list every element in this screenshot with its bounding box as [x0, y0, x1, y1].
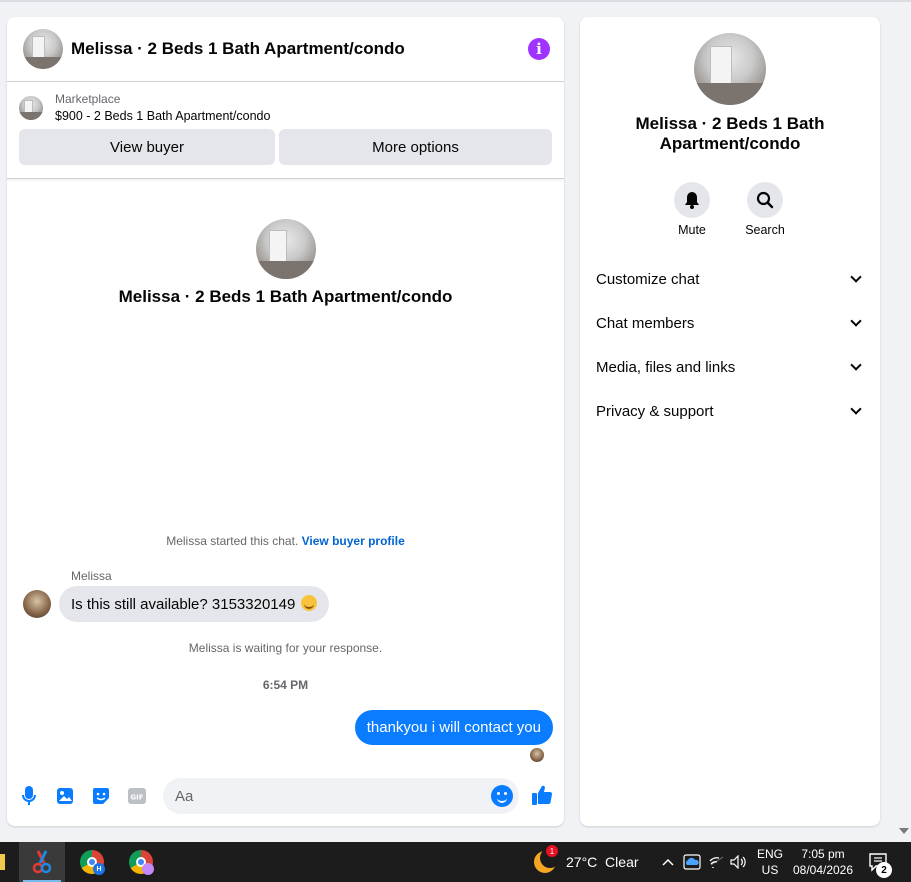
cloud-icon[interactable] [682, 842, 702, 882]
profile-badge [142, 863, 154, 875]
chevron-down-icon [850, 359, 862, 371]
section-label: Privacy & support [596, 402, 714, 420]
microphone-icon[interactable] [19, 786, 39, 806]
moon-icon: 1 [534, 845, 560, 873]
incoming-message-bubble[interactable]: Is this still available? 3153320149 [59, 586, 330, 622]
listing-price-title[interactable]: $900 - 2 Beds 1 Bath Apartment/condo [55, 109, 270, 123]
chevron-down-icon [850, 315, 862, 327]
search-label: Search [745, 223, 785, 237]
intro-name: Melissa · 2 Beds 1 Bath Apartment/condo [118, 287, 453, 306]
keyboard-region: US [761, 863, 779, 877]
taskbar-app-snipping[interactable] [19, 842, 65, 882]
message-timestamp: 6:54 PM [262, 678, 309, 692]
media-files-links-section[interactable]: Media, files and links [596, 355, 864, 379]
marketplace-listing-thumbnail[interactable] [19, 95, 43, 120]
sender-name: Melissa [71, 569, 112, 583]
taskbar-app-chrome-1[interactable]: H [69, 842, 115, 882]
panel-avatar[interactable] [694, 33, 766, 105]
language-code: ENG [756, 847, 783, 861]
mute-action[interactable]: Mute [662, 182, 722, 237]
speaker-icon[interactable] [729, 842, 749, 882]
incoming-message-text: Is this still available? 3153320149 [71, 596, 296, 613]
chat-started-text: Melissa started this chat. [166, 534, 299, 548]
message-input[interactable] [163, 778, 519, 814]
clock-time: 7:05 pm [801, 847, 845, 861]
incoming-message-row: Is this still available? 3153320149 [23, 586, 330, 622]
view-buyer-button[interactable]: View buyer [19, 129, 275, 165]
smile-emoji-icon [301, 595, 318, 611]
scroll-down-arrow-icon[interactable] [899, 828, 909, 834]
wifi-icon[interactable] [707, 842, 727, 882]
listing-avatar[interactable] [23, 29, 63, 69]
language-indicator[interactable]: ENG US [754, 846, 786, 878]
privacy-support-section[interactable]: Privacy & support [596, 399, 864, 423]
section-label: Customize chat [596, 270, 700, 288]
chat-window: Melissa · 2 Beds 1 Bath Apartment/condo … [7, 17, 564, 826]
chat-members-section[interactable]: Chat members [596, 311, 864, 335]
file-explorer-icon[interactable] [0, 854, 5, 870]
snipping-tool-icon [32, 850, 52, 874]
weather-badge: 1 [546, 845, 558, 857]
section-label: Chat members [596, 314, 695, 332]
chat-started-notice: Melissa started this chat. View buyer pr… [7, 534, 564, 548]
emoji-icon[interactable] [491, 785, 513, 807]
outgoing-message-bubble[interactable]: thankyou i will contact you [354, 710, 553, 745]
info-icon[interactable]: i [528, 38, 550, 60]
section-label: Media, files and links [596, 358, 736, 376]
more-options-button[interactable]: More options [279, 129, 552, 165]
intro-avatar [255, 219, 316, 279]
chat-intro: Melissa · 2 Beds 1 Bath Apartment/condo [7, 219, 564, 307]
marketplace-bar: Marketplace $900 - 2 Beds 1 Bath Apartme… [7, 82, 564, 179]
chat-title[interactable]: Melissa · 2 Beds 1 Bath Apartment/condo [71, 39, 528, 59]
search-action[interactable]: Search [735, 182, 795, 237]
search-icon[interactable] [747, 182, 783, 218]
chevron-down-icon [850, 271, 862, 283]
clock-date: 08/04/2026 [792, 863, 854, 877]
notification-count-badge: 2 [876, 862, 892, 878]
svg-text:GIF: GIF [130, 794, 143, 802]
panel-conversation-name: Melissa · 2 Beds 1 Bath Apartment/condo [635, 114, 825, 153]
profile-badge: H [93, 863, 105, 875]
taskbar-app-chrome-2[interactable] [118, 842, 164, 882]
sticker-icon[interactable] [91, 786, 111, 806]
waiting-notice: Melissa is waiting for your response. [188, 641, 383, 655]
photo-icon[interactable] [55, 786, 75, 806]
seen-indicator-avatar [530, 748, 544, 762]
mute-label: Mute [678, 223, 706, 237]
view-buyer-profile-link[interactable]: View buyer profile [302, 534, 405, 548]
weather-widget[interactable]: 1 27°C Clear [534, 842, 639, 882]
weather-text: 27°C Clear [566, 854, 639, 870]
message-composer: GIF [7, 776, 564, 816]
bell-icon[interactable] [674, 182, 710, 218]
gif-icon[interactable]: GIF [127, 786, 147, 806]
buyer-avatar[interactable] [23, 590, 51, 618]
chat-header: Melissa · 2 Beds 1 Bath Apartment/condo … [7, 17, 564, 82]
marketplace-label: Marketplace [55, 92, 121, 106]
conversation-info-panel: Melissa · 2 Beds 1 Bath Apartment/condo … [580, 17, 880, 826]
chevron-up-icon[interactable] [658, 842, 678, 882]
customize-chat-section[interactable]: Customize chat [596, 267, 864, 291]
windows-taskbar: H 1 27°C Clear ENG US 7:05 pm 08/04/2026… [0, 842, 911, 882]
top-divider [0, 0, 911, 2]
system-clock[interactable]: 7:05 pm 08/04/2026 [790, 846, 856, 878]
thumbs-up-icon[interactable] [531, 784, 553, 806]
chevron-down-icon [850, 403, 862, 415]
